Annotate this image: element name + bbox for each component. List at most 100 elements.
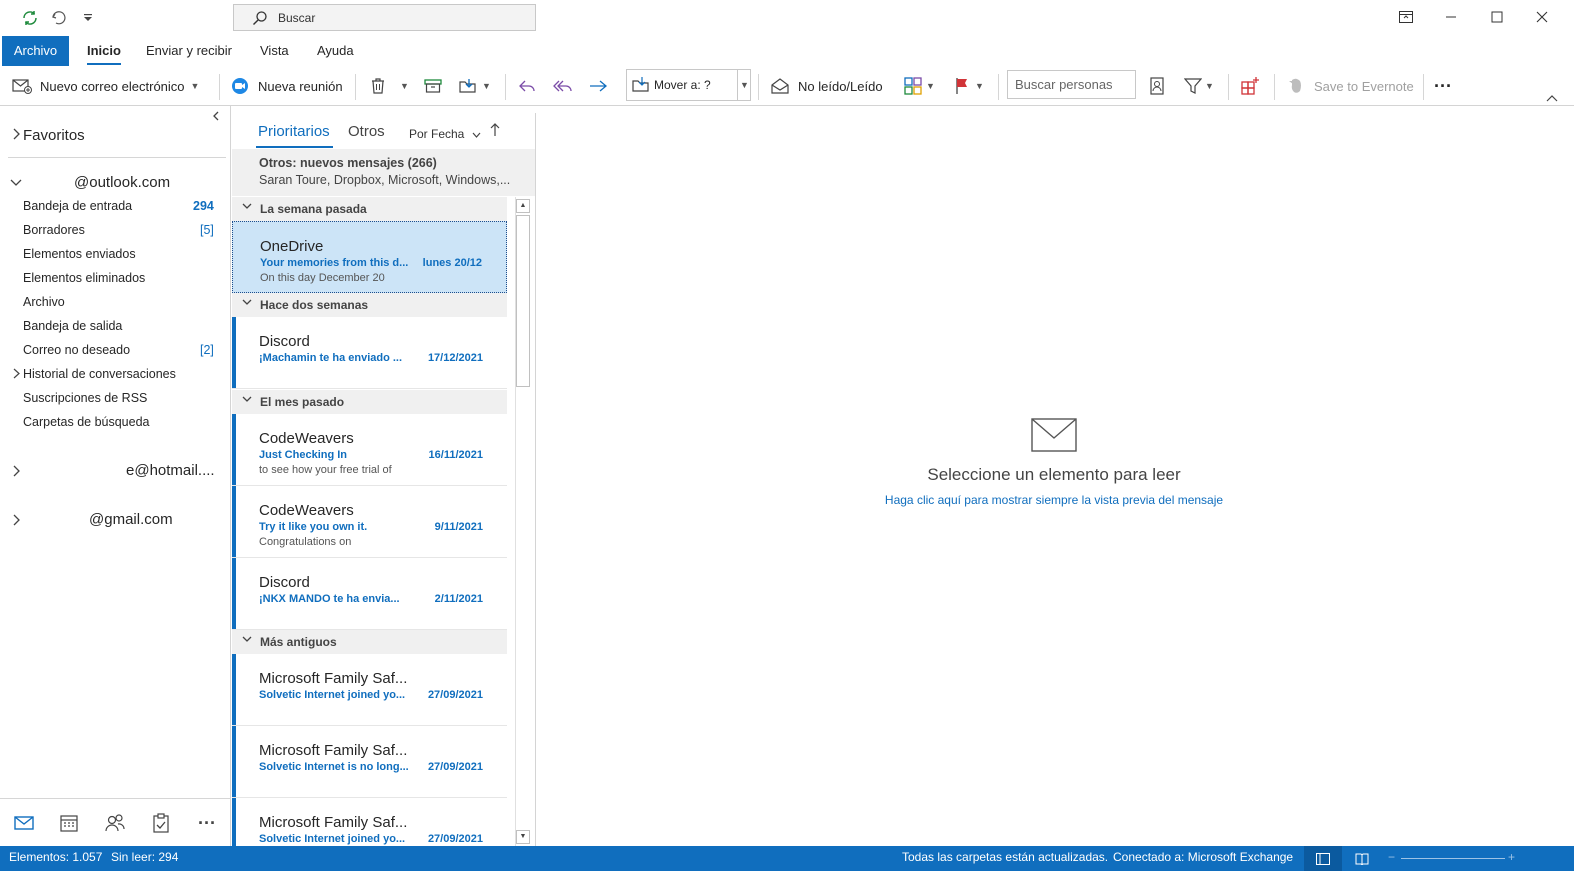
- folder-drafts[interactable]: Borradores: [23, 223, 85, 237]
- normal-view-icon[interactable]: [1304, 846, 1342, 871]
- mail-icon[interactable]: [13, 813, 35, 833]
- scroll-up-icon[interactable]: ▲: [516, 199, 530, 213]
- tab-focused[interactable]: Prioritarios: [258, 123, 330, 140]
- chevron-down-icon[interactable]: ▼: [975, 81, 984, 91]
- zoom-in-icon[interactable]: +: [1508, 850, 1515, 864]
- close-icon[interactable]: [1519, 0, 1565, 34]
- tab-home[interactable]: Inicio: [75, 36, 133, 66]
- sort-direction-icon[interactable]: [490, 123, 500, 141]
- categorize-button[interactable]: ▼: [903, 72, 935, 100]
- folder-rss[interactable]: Suscripciones de RSS: [23, 391, 147, 405]
- more-commands-button[interactable]: ···: [1434, 72, 1452, 100]
- chevron-down-icon[interactable]: ▼: [926, 81, 935, 91]
- chevron-down-icon[interactable]: ▼: [400, 81, 409, 91]
- tab-send-receive[interactable]: Enviar y recibir: [134, 36, 244, 66]
- group-header[interactable]: El mes pasado: [232, 390, 507, 414]
- message-subject: Just Checking In: [259, 449, 348, 461]
- filter-email-button[interactable]: ▼: [1183, 72, 1214, 100]
- message-date: 27/09/2021: [427, 833, 483, 845]
- folder-archive[interactable]: Archivo: [23, 295, 65, 309]
- chevron-down-icon[interactable]: ▼: [737, 70, 751, 100]
- tab-file[interactable]: Archivo: [2, 36, 69, 66]
- chevron-down-icon[interactable]: ▼: [191, 81, 200, 91]
- message-item[interactable]: CodeWeavers Try it like you own it. 9/11…: [232, 486, 507, 558]
- message-list-scrollbar[interactable]: ▲ ▼: [515, 197, 530, 846]
- message-sender: Discord: [259, 333, 310, 350]
- reply-all-button[interactable]: [553, 72, 573, 100]
- zoom-slider[interactable]: [1401, 858, 1505, 859]
- scroll-thumb[interactable]: [516, 215, 530, 387]
- folder-deleted[interactable]: Elementos eliminados: [23, 271, 145, 285]
- chevron-right-icon[interactable]: [12, 514, 20, 529]
- minimize-icon[interactable]: [1428, 0, 1474, 34]
- sort-by-dropdown[interactable]: Por Fecha: [409, 127, 481, 141]
- ribbon-display-options-icon[interactable]: [1383, 0, 1429, 34]
- message-item[interactable]: Microsoft Family Saf... Solvetic Interne…: [232, 726, 507, 798]
- undo-icon[interactable]: [49, 8, 69, 28]
- forward-button[interactable]: [588, 72, 608, 100]
- chevron-down-icon[interactable]: ▼: [482, 81, 491, 91]
- reply-button[interactable]: [517, 72, 537, 100]
- move-to-quickstep[interactable]: Mover a: ? ▼: [626, 69, 751, 101]
- move-button[interactable]: ▼: [458, 72, 491, 100]
- save-to-evernote-button[interactable]: Save to Evernote: [1286, 72, 1414, 100]
- collapse-ribbon-icon[interactable]: [1546, 91, 1558, 105]
- message-sender: CodeWeavers: [259, 502, 354, 519]
- status-bar: Elementos: 1.057 Sin leer: 294 Todas las…: [0, 846, 1574, 871]
- chevron-right-icon[interactable]: [12, 465, 20, 480]
- folder-sent[interactable]: Elementos enviados: [23, 247, 136, 261]
- send-receive-icon[interactable]: [20, 8, 40, 28]
- message-item[interactable]: OneDrive Your memories from this d... lu…: [232, 221, 507, 293]
- tab-other[interactable]: Otros: [348, 123, 385, 140]
- zoom-out-icon[interactable]: −: [1388, 850, 1395, 864]
- calendar-icon[interactable]: [58, 813, 80, 833]
- account-gmail[interactable]: @gmail.com: [89, 511, 173, 528]
- tasks-icon[interactable]: [150, 813, 172, 833]
- group-header[interactable]: Más antiguos: [232, 630, 507, 654]
- search-box[interactable]: Buscar: [233, 4, 536, 31]
- delete-button[interactable]: ▼: [368, 72, 409, 100]
- archive-button[interactable]: [423, 72, 443, 100]
- folder-inbox[interactable]: Bandeja de entrada: [23, 199, 132, 213]
- message-item[interactable]: CodeWeavers Just Checking In 16/11/2021 …: [232, 414, 507, 486]
- unread-read-button[interactable]: No leído/Leído: [770, 72, 883, 100]
- ribbon-separator: [505, 74, 506, 100]
- search-people-input[interactable]: Buscar personas: [1007, 70, 1136, 99]
- group-header[interactable]: La semana pasada: [232, 197, 507, 221]
- tab-help[interactable]: Ayuda: [305, 36, 366, 66]
- message-item[interactable]: Microsoft Family Saf... Solvetic Interne…: [232, 654, 507, 726]
- chevron-down-icon[interactable]: ▼: [1205, 81, 1214, 91]
- envelope-icon: [1031, 418, 1077, 452]
- minimize-folder-pane-icon[interactable]: [212, 110, 220, 124]
- message-item[interactable]: Microsoft Family Saf... Solvetic Interne…: [232, 798, 507, 846]
- folder-search-folders[interactable]: Carpetas de búsqueda: [23, 415, 149, 429]
- group-header[interactable]: Hace dos semanas: [232, 293, 507, 317]
- people-icon[interactable]: [104, 813, 126, 833]
- always-preview-link[interactable]: Haga clic aquí para mostrar siempre la v…: [537, 493, 1571, 507]
- address-book-button[interactable]: [1147, 72, 1167, 100]
- folder-junk[interactable]: Correo no deseado: [23, 343, 130, 357]
- message-item[interactable]: Discord ¡Machamin te ha enviado ... 17/1…: [232, 317, 507, 389]
- chevron-down-icon[interactable]: [10, 178, 22, 190]
- favorites-header[interactable]: Favoritos: [23, 127, 85, 144]
- get-addins-button[interactable]: [1240, 72, 1260, 100]
- maximize-icon[interactable]: [1474, 0, 1520, 34]
- reading-view-icon[interactable]: [1343, 846, 1381, 871]
- new-meeting-button[interactable]: Nueva reunión: [230, 72, 343, 100]
- new-email-button[interactable]: Nuevo correo electrónico ▼: [12, 72, 199, 100]
- chevron-right-icon[interactable]: [12, 128, 20, 143]
- scroll-down-icon[interactable]: ▼: [516, 830, 530, 844]
- account-outlook[interactable]: @outlook.com: [74, 174, 170, 191]
- folder-conversation-history[interactable]: Historial de conversaciones: [23, 367, 176, 381]
- reading-pane: Seleccione un elemento para leer Haga cl…: [537, 113, 1574, 846]
- follow-up-button[interactable]: ▼: [952, 72, 984, 100]
- teams-meeting-icon: [230, 76, 250, 96]
- folder-outbox[interactable]: Bandeja de salida: [23, 319, 122, 333]
- other-inbox-notice[interactable]: Otros: nuevos mensajes (266) Saran Toure…: [232, 149, 535, 196]
- account-hotmail[interactable]: e@hotmail....: [126, 462, 215, 479]
- chevron-right-icon[interactable]: [13, 368, 20, 382]
- tab-view[interactable]: Vista: [248, 36, 301, 66]
- more-apps-icon[interactable]: ···: [196, 813, 218, 833]
- customize-toolbar-icon[interactable]: [78, 8, 98, 28]
- message-item[interactable]: Discord ¡NKX MANDO te ha envia... 2/11/2…: [232, 558, 507, 630]
